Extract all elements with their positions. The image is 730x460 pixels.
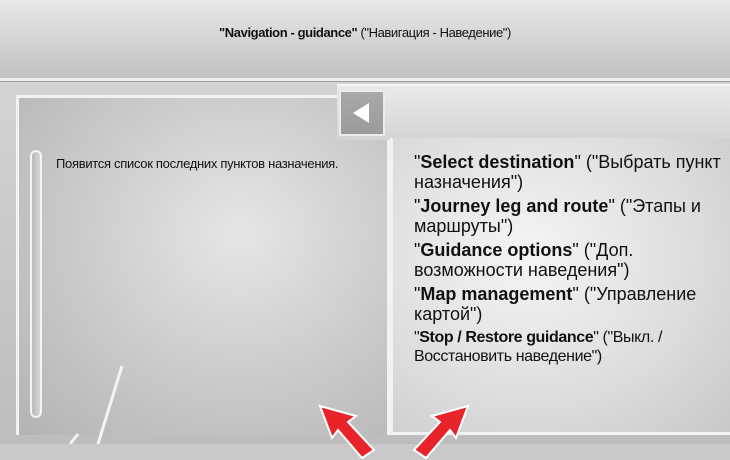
menu-item-select-destination[interactable]: "Select destination" ("Выбрать пункт наз… <box>414 152 730 192</box>
callout-pointer <box>68 365 124 444</box>
navigation-menu: "Select destination" ("Выбрать пункт наз… <box>414 152 730 370</box>
header-bar: "Navigation - guidance" ("Навигация - На… <box>0 0 730 81</box>
recent-destinations-message: Появится список последних пунктов назнач… <box>56 156 339 171</box>
menu-item-map-management[interactable]: "Map management" ("Управление картой") <box>414 284 730 324</box>
menu-item-journey-leg-route[interactable]: "Journey leg and route" ("Этапы и маршру… <box>414 196 730 236</box>
menu-tab-bar <box>337 84 730 140</box>
title-en: "Navigation - guidance" <box>219 25 358 40</box>
title-ru: ("Навигация - Наведение") <box>357 25 511 40</box>
red-arrow-icon <box>318 404 376 460</box>
menu-item-guidance-options[interactable]: "Guidance options" ("Доп. возможности на… <box>414 240 730 280</box>
red-arrow-icon <box>412 404 470 460</box>
left-triangle-icon <box>353 103 369 123</box>
scrollbar[interactable] <box>30 150 42 418</box>
page-title: "Navigation - guidance" ("Навигация - На… <box>0 25 730 40</box>
menu-item-stop-restore-guidance[interactable]: "Stop / Restore guidance" ("Выкл. / Восс… <box>414 328 730 366</box>
back-button[interactable] <box>339 90 385 136</box>
